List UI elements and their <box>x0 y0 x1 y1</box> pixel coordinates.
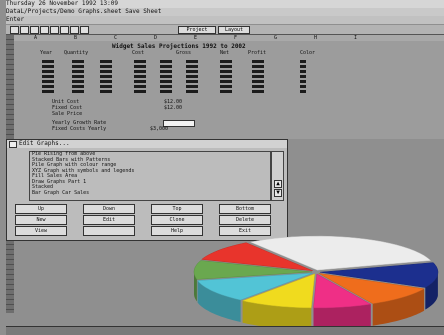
gross-column[interactable] <box>134 60 146 95</box>
layout-button[interactable]: Layout <box>218 26 250 34</box>
header-profit: Profit <box>248 50 267 56</box>
fixed-costs-yearly-label: Fixed Costs Yearly <box>52 126 107 132</box>
tool-button-3[interactable] <box>30 26 39 34</box>
edit-button[interactable]: Edit <box>83 215 135 225</box>
graph-list[interactable]: Pie Rising from above Stacked Bars with … <box>29 151 271 201</box>
edit-graphs-dialog: Edit Graphs... Pie Rising from above Sta… <box>6 139 288 241</box>
list-item[interactable]: Bar Graph Car Sales <box>30 190 270 197</box>
close-icon[interactable] <box>9 141 17 148</box>
header-quantity: Quantity <box>64 50 89 56</box>
quantity-column[interactable] <box>72 60 84 95</box>
sheet-title: Widget Sales Projections 1992 to 2002 <box>112 43 246 50</box>
sale-price-label: Sale Price <box>52 111 83 117</box>
date-text: Thursday 26 November 1992 13:09 <box>6 0 118 7</box>
view-button[interactable]: View <box>15 226 67 236</box>
tool-button-1[interactable] <box>10 26 19 34</box>
path-bar: DataL/Projects/Demo Graphs.sheet Save Sh… <box>6 8 444 16</box>
fixed-costs-yearly-value: $3,000 <box>150 126 169 132</box>
blank-button[interactable] <box>83 226 135 236</box>
header-net: Net <box>220 50 230 56</box>
file-path: DataL/Projects/Demo Graphs.sheet Save Sh… <box>6 8 162 15</box>
horizontal-scrollbar[interactable] <box>6 326 444 335</box>
entry-bar[interactable]: Enter <box>6 16 444 24</box>
bottom-button[interactable]: Bottom <box>219 204 271 214</box>
header-color: Color <box>300 50 316 56</box>
project-button[interactable]: Project <box>178 26 216 34</box>
entry-label: Enter <box>6 16 25 23</box>
pie-chart <box>193 235 439 330</box>
profit-column[interactable] <box>220 60 232 95</box>
tool-button-7[interactable] <box>70 26 79 34</box>
clone-button[interactable]: Clone <box>151 215 203 225</box>
tool-button-5[interactable] <box>50 26 59 34</box>
toolbar: Project Layout <box>6 25 444 35</box>
list-scrollbar[interactable]: ▲ ▼ <box>271 151 284 201</box>
header-year: Year <box>40 50 53 56</box>
tool-button-2[interactable] <box>20 26 29 34</box>
profit-column-2[interactable] <box>252 60 264 95</box>
tool-button-6[interactable] <box>60 26 69 34</box>
down-button[interactable]: Down <box>83 204 135 214</box>
tool-button-4[interactable] <box>40 26 49 34</box>
scroll-down-icon[interactable]: ▼ <box>274 189 282 197</box>
header-cost: Cost <box>132 50 145 56</box>
header-gross: Gross <box>176 50 192 56</box>
year-column[interactable] <box>42 60 54 95</box>
delete-button[interactable]: Delete <box>219 215 271 225</box>
dialog-title: Edit Graphs... <box>7 140 287 148</box>
cost-column[interactable] <box>100 60 112 95</box>
net-column[interactable] <box>160 60 172 95</box>
up-button[interactable]: Up <box>15 204 67 214</box>
new-button[interactable]: New <box>15 215 67 225</box>
tool-button-8[interactable] <box>80 26 89 34</box>
top-button[interactable]: Top <box>151 204 203 214</box>
title-bar: Thursday 26 November 1992 13:09 <box>6 0 444 8</box>
net-column-2[interactable] <box>186 60 198 95</box>
scroll-up-icon[interactable]: ▲ <box>274 180 282 188</box>
fixed-cost-value: $12.00 <box>164 105 183 111</box>
color-column[interactable] <box>300 60 306 95</box>
